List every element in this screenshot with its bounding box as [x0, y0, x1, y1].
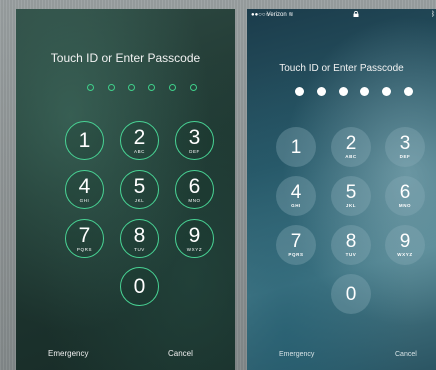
carrier-name: Verizon — [266, 12, 287, 18]
key-digit: 6 — [399, 182, 411, 204]
keypad-key-8[interactable]: 8 TUV — [331, 225, 371, 265]
key-letters: MNO — [398, 203, 412, 209]
passcode-dot — [190, 84, 197, 91]
passcode-dot — [339, 87, 348, 96]
key-letters: MNO — [188, 197, 201, 203]
emergency-button[interactable]: Emergency — [48, 349, 88, 358]
key-digit: 0 — [345, 283, 357, 305]
key-letters: WXYZ — [397, 252, 413, 258]
key-digit: 1 — [78, 129, 91, 152]
passcode-title: Touch ID or Enter Passcode — [50, 51, 201, 65]
key-digit: 4 — [290, 182, 302, 204]
passcode-title: Touch ID or Enter Passcode — [279, 63, 404, 74]
keypad-key-3[interactable]: 3 DEF — [175, 121, 214, 160]
keypad-key-4[interactable]: 4 GHI — [276, 176, 316, 216]
bluetooth-icon: ᛒ — [431, 11, 436, 18]
keypad-key-1[interactable]: 1 — [276, 127, 316, 167]
key-digit: 4 — [78, 174, 91, 198]
passcode-screen-left: Touch ID or Enter Passcode 1 2 ABC 3 DEF… — [16, 9, 235, 370]
keypad-key-6[interactable]: 6 MNO — [175, 170, 214, 209]
keypad-key-5[interactable]: 5 JKL — [331, 176, 371, 216]
key-letters: GHI — [79, 197, 90, 203]
key-digit: 3 — [399, 133, 411, 155]
passcode-dot — [87, 84, 94, 91]
key-digit: 1 — [290, 136, 302, 158]
status-bar-carrier: ●●○○○ Verizon ≋ — [251, 11, 293, 18]
keypad-key-1[interactable]: 1 — [65, 121, 104, 160]
keypad-key-3[interactable]: 3 DEF — [385, 127, 425, 167]
signal-strength-icon: ●●○○○ — [251, 12, 270, 18]
key-digit: 8 — [133, 223, 146, 247]
passcode-dot — [128, 84, 135, 91]
key-digit: 2 — [133, 125, 146, 149]
keypad-key-2[interactable]: 2 ABC — [331, 127, 371, 167]
key-digit: 7 — [290, 231, 302, 253]
emergency-button[interactable]: Emergency — [279, 351, 314, 358]
keypad-key-9[interactable]: 9 WXYZ — [385, 225, 425, 265]
key-digit: 5 — [133, 174, 146, 198]
key-letters: ABC — [133, 148, 146, 154]
key-letters: TUV — [345, 252, 357, 258]
keypad-key-0[interactable]: 0 — [331, 274, 371, 314]
key-digit: 0 — [133, 275, 146, 298]
passcode-screen-right: ●●○○○ Verizon ≋ ᛒ Touch ID or Enter Pass… — [247, 9, 436, 370]
keypad-key-9[interactable]: 9 WXYZ — [175, 219, 214, 258]
keypad-key-7[interactable]: 7 PQRS — [276, 225, 316, 265]
key-digit: 2 — [345, 133, 357, 155]
keypad-key-5[interactable]: 5 JKL — [120, 170, 159, 209]
key-letters: JKL — [345, 203, 357, 209]
keypad-key-8[interactable]: 8 TUV — [120, 219, 159, 258]
lock-icon — [353, 11, 359, 17]
cancel-button[interactable]: Cancel — [395, 351, 417, 358]
key-letters: TUV — [134, 246, 145, 252]
key-digit: 7 — [78, 223, 91, 247]
passcode-dot — [295, 87, 304, 96]
cancel-button[interactable]: Cancel — [168, 349, 193, 358]
key-digit: 9 — [188, 223, 201, 247]
key-letters: WXYZ — [186, 246, 203, 252]
passcode-dot — [404, 87, 413, 96]
key-letters: PQRS — [288, 252, 304, 258]
key-digit: 6 — [188, 174, 201, 198]
key-digit: 5 — [345, 182, 357, 204]
keypad-key-6[interactable]: 6 MNO — [385, 176, 425, 216]
passcode-dot — [360, 87, 369, 96]
passcode-dot — [108, 84, 115, 91]
key-letters: DEF — [399, 154, 411, 160]
key-letters: JKL — [134, 197, 145, 203]
keypad-key-4[interactable]: 4 GHI — [65, 170, 104, 209]
key-letters: DEF — [189, 148, 200, 154]
passcode-dot — [148, 84, 155, 91]
key-letters: ABC — [345, 154, 357, 160]
key-digit: 9 — [399, 231, 411, 253]
key-letters: PQRS — [76, 246, 93, 252]
passcode-dot — [382, 87, 391, 96]
key-digit: 8 — [345, 231, 357, 253]
passcode-dot — [169, 84, 176, 91]
key-digit: 3 — [188, 125, 201, 149]
passcode-dot — [317, 87, 326, 96]
keypad-key-2[interactable]: 2 ABC — [120, 121, 159, 160]
wifi-icon: ≋ — [288, 12, 294, 18]
keypad-key-7[interactable]: 7 PQRS — [65, 219, 104, 258]
key-letters: GHI — [291, 203, 301, 209]
keypad-key-0[interactable]: 0 — [120, 267, 159, 306]
